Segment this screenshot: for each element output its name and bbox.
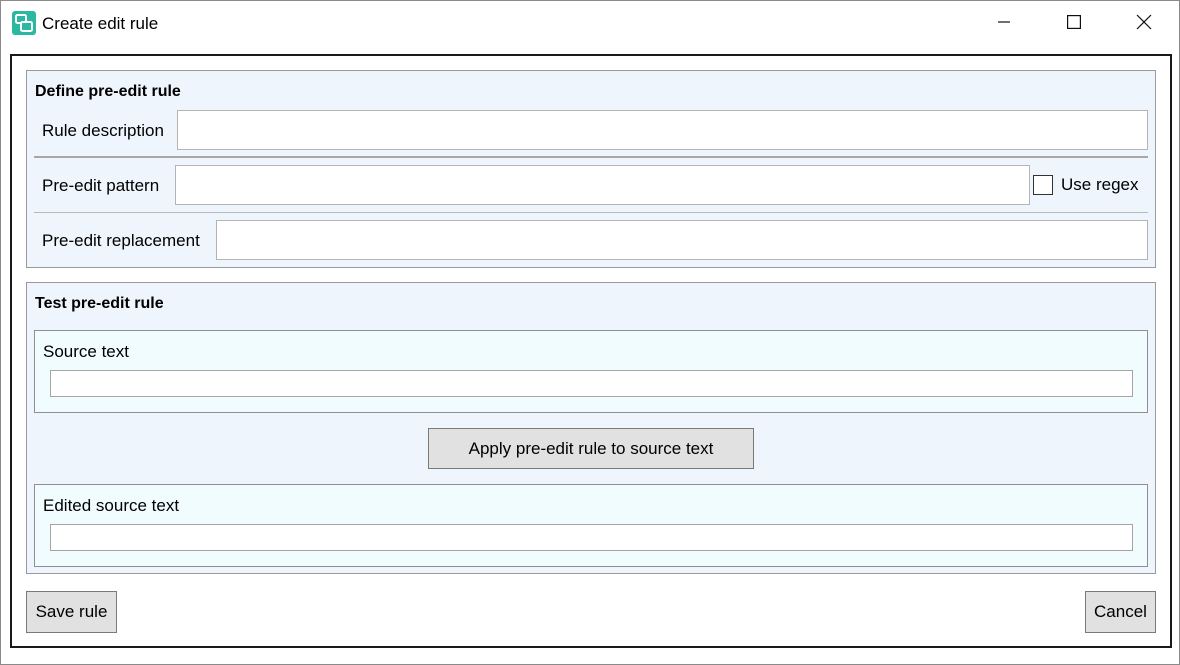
- separator: [34, 212, 1148, 213]
- close-button[interactable]: [1109, 1, 1179, 47]
- dialog-client-area: Define pre-edit rule Rule description Pr…: [10, 54, 1172, 648]
- test-rule-group: Test pre-edit rule Source text Apply pre…: [26, 282, 1156, 574]
- pre-edit-pattern-field[interactable]: [175, 165, 1030, 205]
- use-regex-checkbox[interactable]: [1033, 175, 1053, 195]
- rule-description-field[interactable]: [177, 110, 1148, 150]
- define-rule-heading: Define pre-edit rule: [35, 83, 181, 100]
- window-title: Create edit rule: [42, 14, 159, 33]
- use-regex-label[interactable]: Use regex: [1061, 175, 1138, 195]
- edited-source-text-label: Edited source text: [43, 496, 180, 515]
- maximize-button[interactable]: [1039, 1, 1109, 47]
- rule-description-label: Rule description: [42, 121, 164, 140]
- source-text-panel: Source text: [34, 330, 1148, 413]
- test-rule-heading: Test pre-edit rule: [35, 295, 164, 312]
- speech-bubbles-icon: [12, 11, 36, 35]
- close-icon: [1136, 14, 1152, 35]
- edited-source-text-input[interactable]: [51, 525, 1132, 550]
- maximize-icon: [1067, 14, 1082, 34]
- cancel-button[interactable]: Cancel: [1085, 591, 1156, 633]
- edited-source-text-panel: Edited source text: [34, 484, 1148, 567]
- rule-description-input[interactable]: [178, 111, 1147, 149]
- pre-edit-replacement-field[interactable]: [216, 220, 1148, 260]
- minimize-icon: [998, 15, 1010, 33]
- apply-rule-button[interactable]: Apply pre-edit rule to source text: [428, 428, 754, 469]
- source-text-field[interactable]: [50, 370, 1133, 397]
- title-bar[interactable]: Create edit rule: [1, 1, 1179, 47]
- edited-source-text-field[interactable]: [50, 524, 1133, 551]
- pre-edit-pattern-input[interactable]: [176, 166, 1029, 204]
- pre-edit-replacement-label: Pre-edit replacement: [42, 231, 200, 250]
- source-text-input[interactable]: [51, 371, 1132, 396]
- create-edit-rule-window: Create edit rule Define pre-edit rule Ru…: [0, 0, 1180, 665]
- minimize-button[interactable]: [969, 1, 1039, 47]
- define-rule-group: Define pre-edit rule Rule description Pr…: [26, 70, 1156, 268]
- source-text-label: Source text: [43, 342, 129, 361]
- pre-edit-pattern-label: Pre-edit pattern: [42, 176, 160, 195]
- pre-edit-replacement-input[interactable]: [217, 221, 1147, 259]
- save-rule-button[interactable]: Save rule: [26, 591, 117, 633]
- separator: [34, 156, 1148, 158]
